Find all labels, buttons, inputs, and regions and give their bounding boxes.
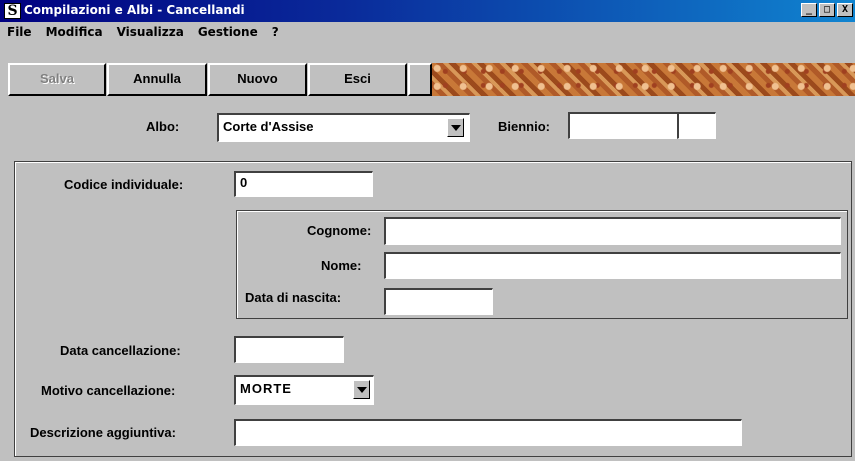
window-title: Compilazioni e Albi - Cancellandi: [24, 3, 245, 17]
cancel-button[interactable]: Annulla: [107, 63, 207, 96]
menu-file[interactable]: File: [0, 22, 39, 42]
window-controls: _ □ X: [799, 3, 853, 17]
menu-gestione[interactable]: Gestione: [191, 22, 265, 42]
motivo-selected-value: MORTE: [240, 381, 292, 396]
chevron-down-icon: [451, 125, 461, 131]
minimize-button[interactable]: _: [801, 3, 817, 17]
nome-label: Nome:: [321, 258, 362, 273]
toolbar-blank-button[interactable]: [408, 63, 432, 96]
main-window: S Compilazioni e Albi - Cancellandi _ □ …: [0, 0, 855, 461]
descrizione-label: Descrizione aggiuntiva:: [30, 425, 176, 440]
new-button[interactable]: Nuovo: [208, 63, 307, 96]
nascita-label: Data di nascita:: [245, 290, 342, 305]
motivo-dropdown-button[interactable]: [353, 380, 370, 399]
albo-selected-value: Corte d'Assise: [223, 119, 314, 134]
toolbar-texture: [432, 63, 855, 96]
save-button[interactable]: Salva: [8, 63, 106, 96]
cognome-field[interactable]: [384, 217, 841, 245]
cognome-label: Cognome:: [307, 223, 372, 238]
title-bar[interactable]: S Compilazioni e Albi - Cancellandi _ □ …: [0, 0, 855, 22]
albo-label: Albo:: [146, 119, 180, 134]
menu-visualizza[interactable]: Visualizza: [110, 22, 191, 42]
nome-field[interactable]: [384, 252, 841, 279]
descrizione-field[interactable]: [234, 419, 742, 446]
codice-field[interactable]: 0: [234, 171, 373, 197]
menu-bar: File Modifica Visualizza Gestione ?: [0, 22, 855, 42]
motivo-label: Motivo cancellazione:: [41, 383, 176, 398]
biennio-field-end[interactable]: [677, 112, 716, 139]
albo-dropdown-button[interactable]: [447, 118, 464, 137]
biennio-label: Biennio:: [498, 119, 550, 134]
albo-select[interactable]: Corte d'Assise: [217, 113, 470, 142]
motivo-select[interactable]: MORTE: [234, 375, 374, 405]
data-cancellazione-label: Data cancellazione:: [60, 343, 181, 358]
biennio-field[interactable]: [568, 112, 678, 139]
exit-button[interactable]: Esci: [308, 63, 407, 96]
menu-help[interactable]: ?: [265, 22, 286, 42]
chevron-down-icon: [357, 387, 367, 393]
app-icon[interactable]: S: [4, 3, 21, 19]
nascita-field[interactable]: [384, 288, 493, 315]
maximize-button[interactable]: □: [819, 3, 835, 17]
codice-label: Codice individuale:: [64, 177, 184, 192]
data-cancellazione-field[interactable]: [234, 336, 344, 363]
close-button[interactable]: X: [837, 3, 853, 17]
menu-modifica[interactable]: Modifica: [39, 22, 110, 42]
